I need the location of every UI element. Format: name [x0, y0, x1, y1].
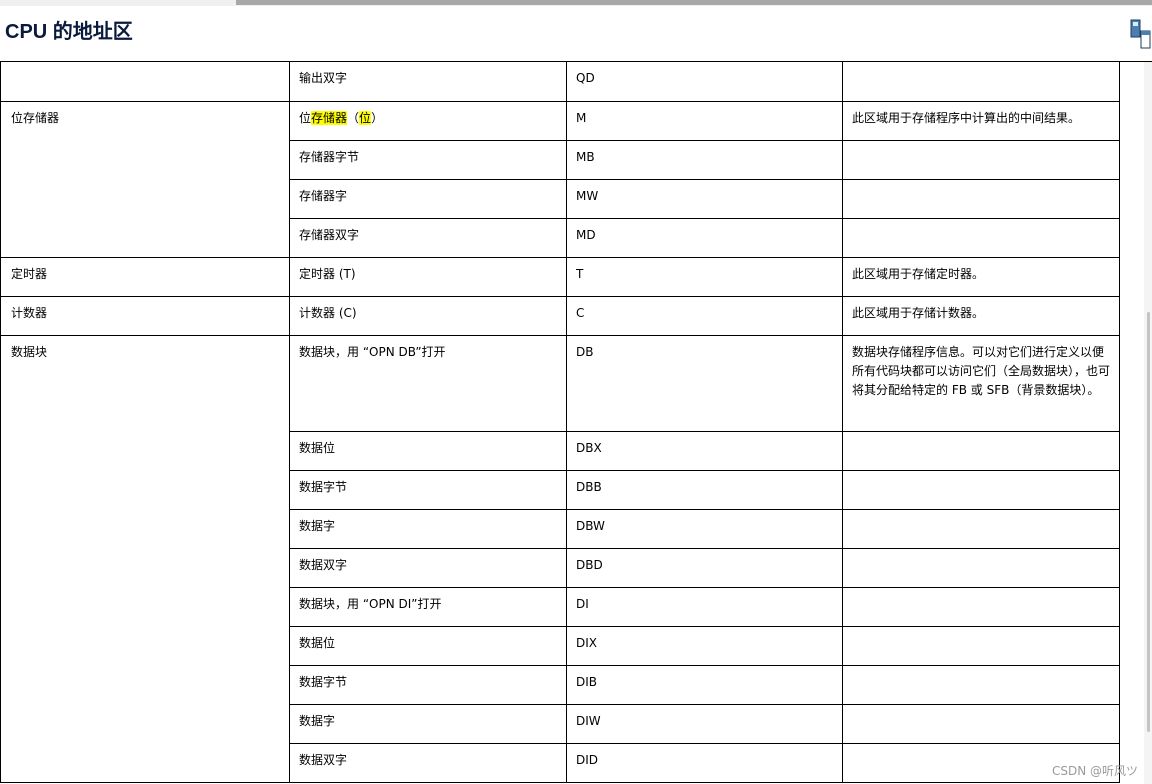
description-cell: 此区域用于存储程序中计算出的中间结果。 [842, 100, 1120, 141]
abbreviation-cell: DBD [566, 547, 843, 588]
abbreviation-cell: DB [566, 334, 843, 432]
unit-cell: 数据字节 [289, 469, 567, 510]
description-cell: 数据块存储程序信息。可以对它们进行定义以便所有代码块都可以访问它们（全局数据块）… [842, 334, 1120, 432]
description-cell [842, 62, 1120, 102]
abbreviation-cell: C [566, 295, 843, 336]
unit-text: 位 [299, 110, 312, 125]
area-cell: 定时器 [0, 256, 290, 297]
content-area: 输出双字 QD 位存储器 位存储器（位） M 此区域用于存储程序中计算出的中间结果。 存储器… [0, 62, 1152, 784]
unit-text: 数据双字 [299, 557, 348, 572]
description-cell [842, 430, 1120, 471]
unit-text: 存储器双字 [299, 227, 360, 242]
abbreviation-cell: DIW [566, 703, 843, 744]
unit-text: 定时器 (T) [299, 266, 356, 281]
description-cell [842, 547, 1120, 588]
description-cell [842, 508, 1120, 549]
table-row: 数据块 数据块，用 “OPN DB”打开 DB 数据块存储程序信息。可以对它们进行定义… [0, 334, 1120, 783]
abbreviation-cell: DIB [566, 664, 843, 705]
abbreviation-cell: DBB [566, 469, 843, 510]
unit-text: 数据块，用 “OPN DB”打开 [299, 344, 446, 359]
area-cell [0, 62, 290, 102]
page-header: CPU 的地址区 [0, 6, 1152, 62]
search-highlight: 位 [359, 110, 372, 125]
scrollbar-thumb[interactable] [1147, 312, 1150, 732]
unit-cell: 数据位 [289, 625, 567, 666]
unit-text: 存储器字节 [299, 149, 360, 164]
description-cell [842, 469, 1120, 510]
table-row: 定时器 定时器 (T) T 此区域用于存储定时器。 [0, 256, 1120, 297]
abbreviation-cell: QD [566, 62, 843, 102]
unit-text: 数据字节 [299, 479, 348, 494]
unit-text: 数据位 [299, 635, 336, 650]
unit-text: 输出双字 [299, 71, 348, 85]
description-cell [842, 703, 1120, 744]
abbreviation-cell: T [566, 256, 843, 297]
unit-cell: 存储器字节 [289, 139, 567, 180]
description-cell [842, 217, 1120, 258]
search-highlight: 存储器 [311, 110, 348, 125]
area-cell: 计数器 [0, 295, 290, 336]
abbreviation-cell: M [566, 100, 843, 141]
description-cell [842, 586, 1120, 627]
abbreviation-cell: MW [566, 178, 843, 219]
abbreviation-cell: DBX [566, 430, 843, 471]
unit-text: （ [347, 110, 360, 125]
table-row: 位存储器 位存储器（位） M 此区域用于存储程序中计算出的中间结果。 [0, 100, 1120, 258]
unit-cell: 数据字节 [289, 664, 567, 705]
unit-cell: 数据块，用 “OPN DI”打开 [289, 586, 567, 627]
abbreviation-cell: DID [566, 742, 843, 783]
horizontal-scrollbar[interactable] [236, 0, 1152, 5]
unit-cell: 数据块，用 “OPN DB”打开 [289, 334, 567, 432]
unit-text: 计数器 (C) [299, 305, 357, 320]
unit-text: 数据块，用 “OPN DI”打开 [299, 596, 442, 611]
unit-cell: 数据字 [289, 508, 567, 549]
page-title: CPU 的地址区 [5, 21, 133, 43]
description-cell: 此区域用于存储计数器。 [842, 295, 1120, 336]
unit-text: 数据双字 [299, 752, 348, 767]
abbreviation-cell: DIX [566, 625, 843, 666]
unit-text: 数据字节 [299, 674, 348, 689]
description-cell [842, 139, 1120, 180]
split-window-icon[interactable] [1130, 19, 1152, 49]
abbreviation-cell: MB [566, 139, 843, 180]
table-row: 输出双字 QD [0, 62, 1120, 102]
area-cell: 数据块 [0, 334, 290, 783]
unit-text: 存储器字 [299, 188, 348, 203]
unit-text: 数据位 [299, 440, 336, 455]
table-row: 计数器 计数器 (C) C 此区域用于存储计数器。 [0, 295, 1120, 336]
unit-cell: 数据双字 [289, 742, 567, 783]
unit-cell: 数据双字 [289, 547, 567, 588]
description-cell [842, 664, 1120, 705]
unit-cell: 存储器字 [289, 178, 567, 219]
area-cell: 位存储器 [0, 100, 290, 258]
unit-cell: 存储器双字 [289, 217, 567, 258]
unit-cell: 位存储器（位） [289, 100, 567, 141]
unit-text: 数据字 [299, 713, 336, 728]
unit-cell: 定时器 (T) [289, 256, 567, 297]
unit-cell: 输出双字 [289, 62, 567, 102]
watermark: CSDN @听风ツ [1052, 764, 1139, 778]
address-area-table: 输出双字 QD 位存储器 位存储器（位） M 此区域用于存储程序中计算出的中间结果。 存储器… [0, 62, 1120, 783]
description-cell [842, 625, 1120, 666]
unit-cell: 计数器 (C) [289, 295, 567, 336]
abbreviation-cell: MD [566, 217, 843, 258]
unit-cell: 数据字 [289, 703, 567, 744]
abbreviation-cell: DBW [566, 508, 843, 549]
description-cell: 此区域用于存储定时器。 [842, 256, 1120, 297]
unit-text: ） [371, 110, 384, 125]
unit-text: 数据字 [299, 518, 336, 533]
description-cell [842, 178, 1120, 219]
abbreviation-cell: DI [566, 586, 843, 627]
unit-cell: 数据位 [289, 430, 567, 471]
